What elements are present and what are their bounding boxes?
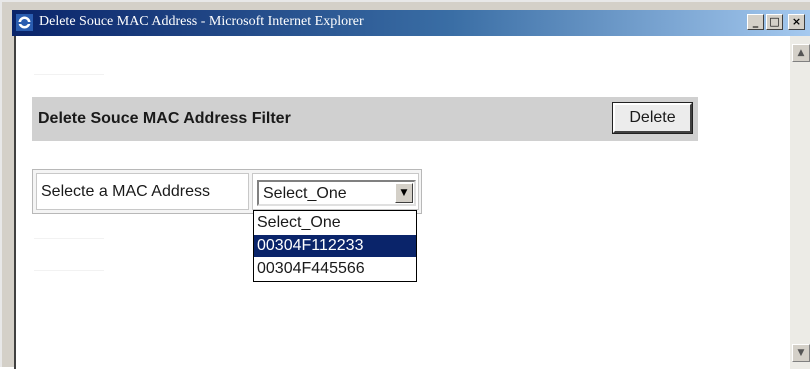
divider [34,270,104,271]
filter-title: Delete Souce MAC Address Filter [38,110,291,127]
mac-address-select[interactable]: Select_One ▼ [257,180,416,206]
scroll-down-arrow-icon[interactable]: ▼ [792,344,810,362]
mac-select-cell: Select_One ▼ [252,173,419,210]
vertical-scrollbar[interactable]: ▲ ▼ [790,36,810,369]
dropdown-option-highlighted[interactable]: 00304F112233 [254,235,416,257]
mac-label-cell: Selecte a MAC Address [36,173,249,210]
divider [34,238,104,239]
filter-header-bar: Delete Souce MAC Address Filter Delete [32,97,698,141]
delete-button[interactable]: Delete [612,102,693,134]
chevron-down-icon[interactable]: ▼ [395,183,413,203]
maximize-button[interactable]: □ [766,14,783,30]
minimize-button[interactable]: _ [747,14,764,30]
scroll-up-arrow-icon[interactable]: ▲ [792,44,810,62]
close-button[interactable]: × [788,14,805,30]
divider [34,74,104,75]
mac-address-dropdown-list[interactable]: Select_One 00304F112233 00304F445566 [253,210,417,282]
dropdown-option[interactable]: 00304F445566 [254,258,416,280]
dropdown-option[interactable]: Select_One [254,212,416,234]
title-bar[interactable]: Delete Souce MAC Address - Microsoft Int… [12,10,810,36]
select-current-value: Select_One [263,185,347,202]
mac-address-form: Selecte a MAC Address Select_One ▼ [32,169,422,214]
window-title: Delete Souce MAC Address - Microsoft Int… [39,14,364,29]
mac-address-label: Selecte a MAC Address [41,183,210,200]
internet-explorer-icon [16,14,33,31]
browser-window: Delete Souce MAC Address - Microsoft Int… [0,0,810,369]
